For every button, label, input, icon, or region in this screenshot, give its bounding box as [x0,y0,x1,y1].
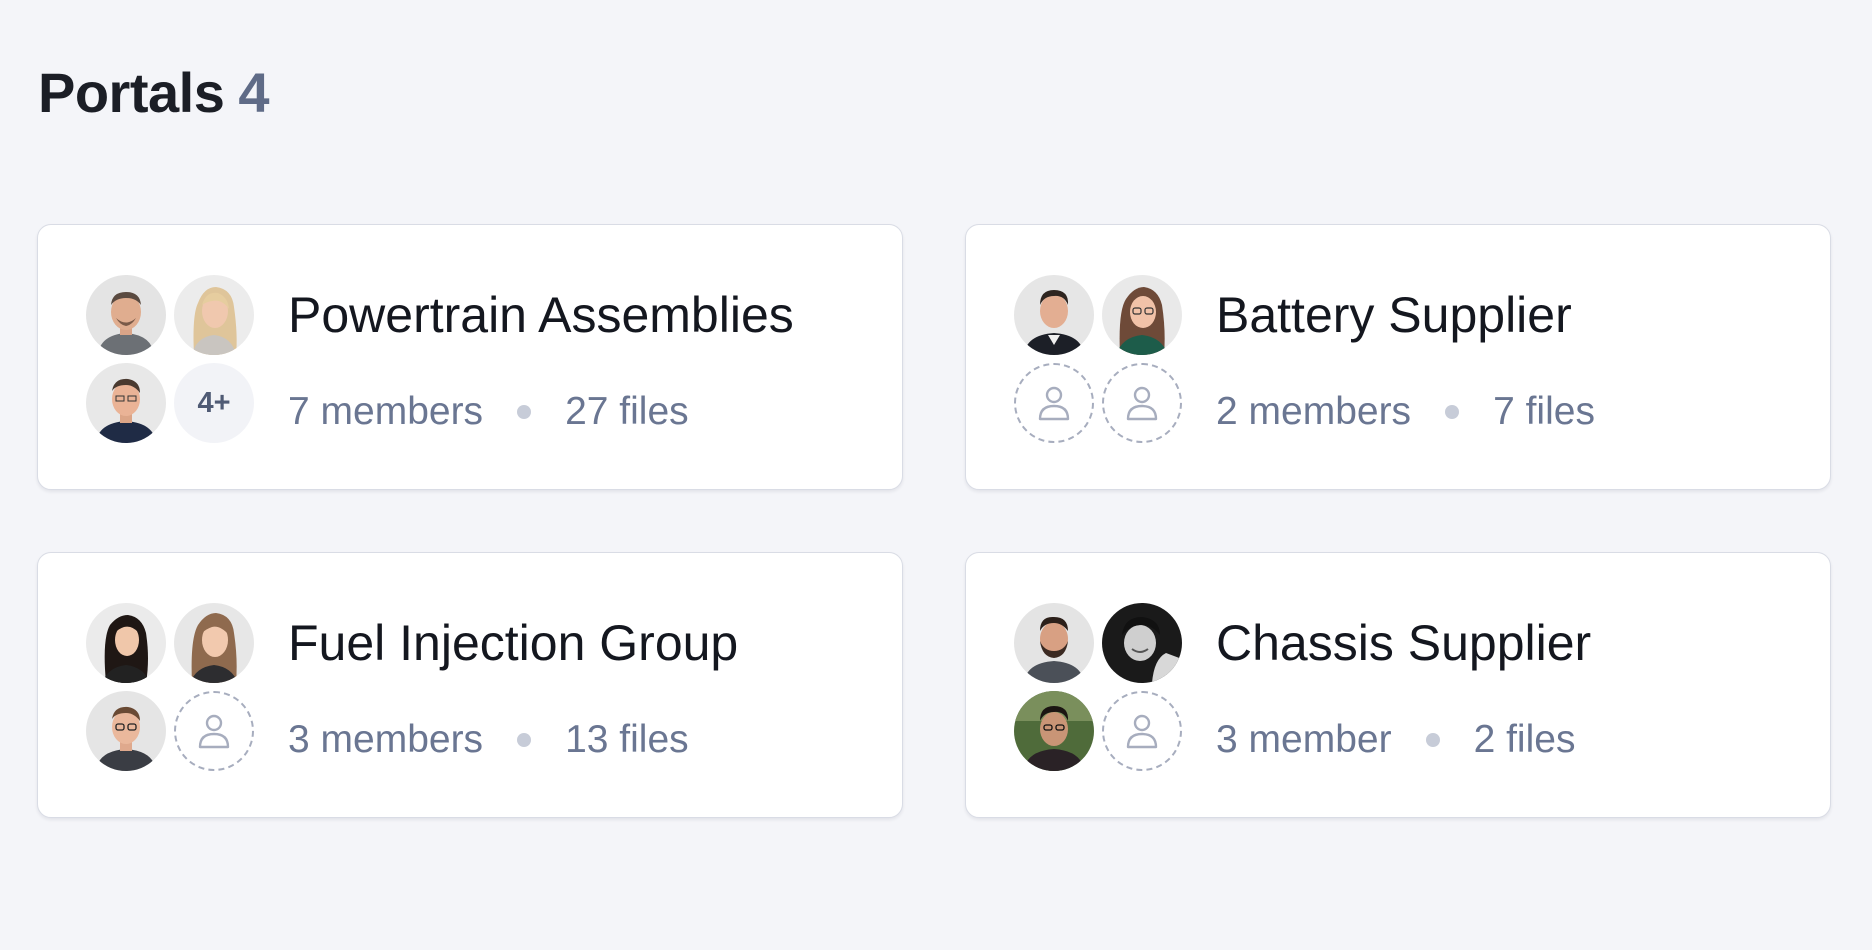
member-avatars [1014,603,1182,771]
avatar-woman-light-brown-hair [174,603,254,683]
separator-dot [1425,733,1440,747]
avatar-man-glasses [86,691,166,771]
avatar-man-dark-jacket [1014,275,1094,355]
avatar-man-beard [1014,603,1094,683]
empty-member-slot [1014,363,1094,443]
placeholder-user-icon [198,714,230,749]
page-title-label: Portals [38,61,225,124]
separator-dot [1445,405,1460,419]
member-count: 7 members [288,390,484,433]
placeholder-user-icon [1038,386,1070,421]
file-count: 7 files [1493,390,1595,433]
empty-member-slot [174,691,254,771]
member-avatars [86,603,254,771]
portal-meta: 3 member 2 files [1216,716,1575,764]
member-count: 3 members [288,718,484,761]
avatar-man-gray-shirt [86,275,166,355]
avatar-man-outdoor [1014,691,1094,771]
file-count: 27 files [565,390,689,433]
portal-card-fuel-injection-group[interactable]: Fuel Injection Group 3 members 13 files [37,552,903,818]
portal-name: Powertrain Assemblies [288,287,794,343]
portal-card-chassis-supplier[interactable]: Chassis Supplier 3 member 2 files [965,552,1831,818]
placeholder-user-icon [1126,714,1158,749]
portal-name: Fuel Injection Group [288,615,739,671]
member-count: 3 member [1216,718,1392,761]
avatar-man-navy-shirt [86,363,166,443]
portal-meta: 3 members 13 files [288,716,689,764]
avatar-woman-dark-hair [86,603,166,683]
separator-dot [517,405,532,419]
portal-meta: 7 members 27 files [288,388,689,436]
file-count: 2 files [1473,718,1576,761]
separator-dot [517,733,532,747]
portal-name: Battery Supplier [1216,287,1572,343]
avatar-woman-blonde [174,275,254,355]
portal-grid: 4+ Powertrain Assemblies 7 members 27 fi… [37,224,1831,818]
portal-name: Chassis Supplier [1216,615,1592,671]
member-avatars: 4+ [86,275,254,443]
empty-member-slot [1102,363,1182,443]
portal-card-battery-supplier[interactable]: Battery Supplier 2 members 7 files [965,224,1831,490]
avatar-man-bw-photo [1102,603,1182,683]
file-count: 13 files [565,718,689,761]
empty-member-slot [1102,691,1182,771]
avatar-woman-glasses [1102,275,1182,355]
member-count: 2 members [1216,390,1412,433]
portal-meta: 2 members 7 files [1216,388,1595,436]
more-members-badge[interactable]: 4+ [174,363,254,443]
portal-count: 4 [238,61,270,124]
member-avatars [1014,275,1182,443]
page-title: Portals 4 [38,58,270,128]
portal-card-powertrain-assemblies[interactable]: 4+ Powertrain Assemblies 7 members 27 fi… [37,224,903,490]
placeholder-user-icon [1126,386,1158,421]
